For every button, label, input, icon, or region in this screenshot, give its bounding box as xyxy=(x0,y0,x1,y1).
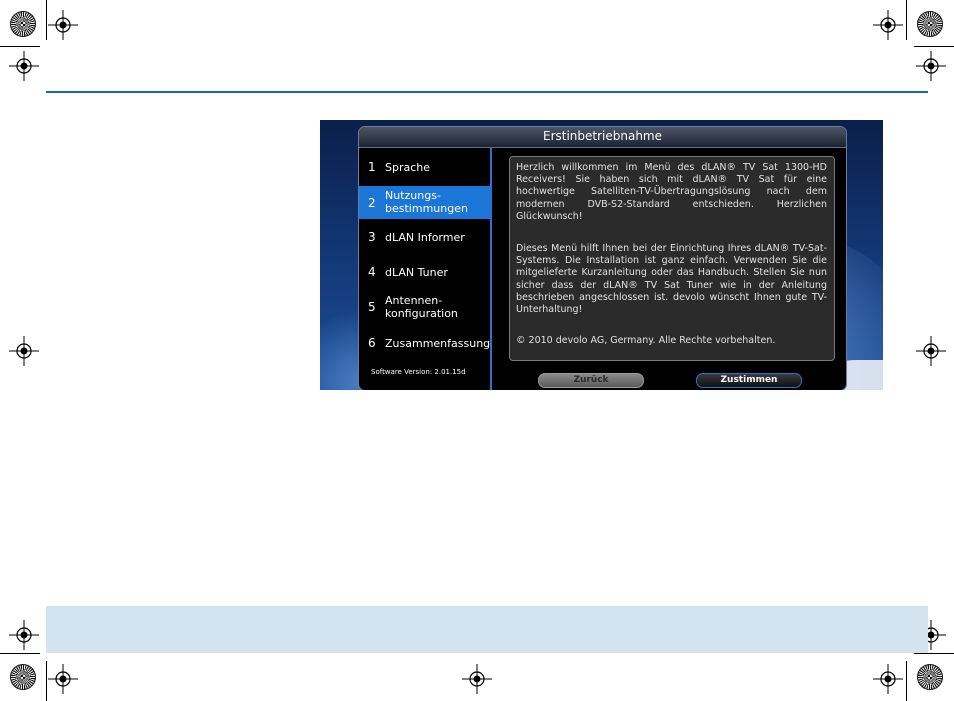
crosshair-mark-icon xyxy=(9,620,39,650)
registration-rosette-top-left xyxy=(10,11,36,37)
crosshair-mark-icon xyxy=(9,336,39,366)
registration-rosette-bottom-left xyxy=(10,664,36,690)
registration-rosette-top-right xyxy=(917,11,943,37)
step-label: dLAN Informer xyxy=(385,231,465,244)
trim-line xyxy=(914,46,954,47)
trim-line xyxy=(46,661,47,701)
crosshair-mark-icon xyxy=(462,664,492,694)
trim-line xyxy=(0,46,40,47)
header-rule xyxy=(46,91,928,93)
terms-text-panel[interactable]: Herzlich willkommen im Menü des dLAN® TV… xyxy=(509,156,835,361)
step-label: Nutzungs- bestimmungen xyxy=(385,189,468,215)
nav-step-antennenkonfiguration[interactable]: 5 Antennen- konfiguration xyxy=(359,290,490,324)
step-label: dLAN Tuner xyxy=(385,266,448,279)
software-version: Software Version: 2.01.15d xyxy=(371,368,466,376)
trim-line xyxy=(906,661,907,701)
back-button[interactable]: Zurück xyxy=(538,373,644,388)
nav-step-dlan-informer[interactable]: 3 dLAN Informer xyxy=(359,226,490,250)
step-number: 4 xyxy=(368,265,376,279)
step-number: 6 xyxy=(368,336,376,350)
step-label: Antennen- konfiguration xyxy=(385,294,458,320)
crosshair-mark-icon xyxy=(48,10,78,40)
step-number: 3 xyxy=(368,230,376,244)
nav-step-dlan-tuner[interactable]: 4 dLAN Tuner xyxy=(359,261,490,285)
crosshair-mark-icon xyxy=(48,664,78,694)
instructions-paragraph: Dieses Menü hilft Ihnen bei der Einricht… xyxy=(516,243,827,316)
trim-line xyxy=(46,0,47,40)
footer-band xyxy=(46,606,928,653)
setup-steps-nav: 1 Sprache 2 Nutzungs- bestimmungen 3 dLA… xyxy=(359,148,490,390)
step-number: 5 xyxy=(368,300,376,314)
nav-divider xyxy=(490,148,492,390)
nav-step-nutzungsbestimmungen[interactable]: 2 Nutzungs- bestimmungen xyxy=(359,186,490,219)
crosshair-mark-icon xyxy=(9,51,39,81)
tv-screenshot: Erstinbetriebnahme 1 Sprache 2 Nutzungs-… xyxy=(320,120,883,390)
nav-step-zusammenfassung[interactable]: 6 Zusammenfassung xyxy=(359,332,490,356)
dialog-title: Erstinbetriebnahme xyxy=(542,129,663,143)
crosshair-mark-icon xyxy=(916,336,946,366)
crosshair-mark-icon xyxy=(873,10,903,40)
copyright-paragraph: © 2010 devolo AG, Germany. Alle Rechte v… xyxy=(516,335,776,346)
agree-button[interactable]: Zustimmen xyxy=(696,373,802,388)
step-number: 1 xyxy=(368,160,376,174)
crosshair-mark-icon xyxy=(916,51,946,81)
nav-step-sprache[interactable]: 1 Sprache xyxy=(359,156,490,180)
trim-line xyxy=(0,653,40,654)
trim-line xyxy=(914,653,954,654)
trim-line xyxy=(906,0,907,40)
setup-dialog: Erstinbetriebnahme 1 Sprache 2 Nutzungs-… xyxy=(358,126,847,390)
registration-rosette-bottom-right xyxy=(917,664,943,690)
welcome-paragraph: Herzlich willkommen im Menü des dLAN® TV… xyxy=(516,162,827,222)
crosshair-mark-icon xyxy=(873,664,903,694)
step-number: 2 xyxy=(368,196,376,210)
dialog-header: Erstinbetriebnahme xyxy=(359,127,846,148)
step-label: Sprache xyxy=(385,161,431,174)
step-label: Zusammenfassung xyxy=(385,337,491,350)
